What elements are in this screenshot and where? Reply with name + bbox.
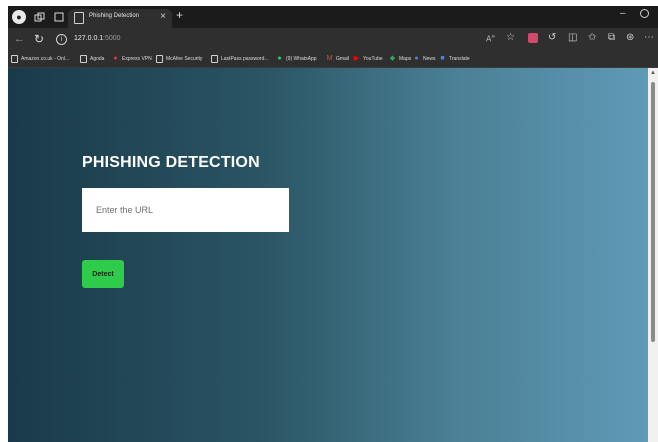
translate-icon: ■ bbox=[440, 55, 445, 62]
maximize-icon[interactable] bbox=[640, 9, 649, 18]
copilot-icon[interactable]: ⊛ bbox=[626, 32, 634, 43]
address-bar[interactable]: i 127.0.0.1 :5000 bbox=[52, 31, 526, 49]
favorite-star-icon[interactable]: ☆ bbox=[506, 32, 515, 43]
bookmark-amazon[interactable]: Amazon.co.uk - Onl... bbox=[11, 55, 69, 63]
address-toolbar: ← ↻ i 127.0.0.1 :5000 A» ☆ ↺ ◫ ✩ ⧉ ⊛ ⋯ bbox=[8, 28, 658, 52]
url-input[interactable] bbox=[82, 188, 289, 232]
expressvpn-icon: ● bbox=[113, 55, 118, 62]
tab-bar: ● Phishing Detection × + – bbox=[8, 6, 658, 28]
whatsapp-icon: ● bbox=[277, 55, 282, 62]
bookmark-whatsapp[interactable]: ● (9) WhatsApp bbox=[276, 55, 316, 63]
bookmarks-bar: Amazon.co.uk - Onl... Agoda ● Express VP… bbox=[8, 52, 658, 68]
close-icon[interactable]: × bbox=[160, 11, 166, 22]
bookmark-agoda[interactable]: Agoda bbox=[80, 55, 104, 63]
tab-phishing-detection[interactable]: Phishing Detection × bbox=[68, 9, 172, 28]
minimize-icon[interactable]: – bbox=[620, 8, 626, 19]
extension-icon[interactable] bbox=[528, 33, 538, 43]
back-icon[interactable]: ← bbox=[14, 33, 25, 45]
url-host: 127.0.0.1 bbox=[74, 35, 104, 42]
workspaces-icon[interactable] bbox=[32, 10, 46, 24]
detect-button[interactable]: Detect bbox=[82, 260, 124, 288]
info-icon[interactable]: i bbox=[56, 34, 67, 45]
page-title: PHISHING DETECTION bbox=[82, 154, 260, 171]
favorites-icon[interactable]: ✩ bbox=[588, 32, 596, 43]
page-icon bbox=[80, 55, 87, 63]
bookmark-express-vpn[interactable]: ● Express VPN bbox=[112, 55, 151, 63]
scroll-thumb[interactable] bbox=[651, 82, 655, 342]
bookmark-youtube[interactable]: ▶ YouTube bbox=[353, 55, 383, 63]
collections-icon[interactable]: ⧉ bbox=[608, 32, 615, 43]
scroll-up-icon[interactable]: ▲ bbox=[650, 70, 656, 76]
scrollbar[interactable]: ▲ bbox=[648, 68, 658, 442]
bookmark-maps[interactable]: ◆ Maps bbox=[389, 55, 411, 63]
page-icon bbox=[156, 55, 163, 63]
browser-window: ● Phishing Detection × + – ← ↻ i 127.0.0… bbox=[8, 6, 658, 442]
youtube-icon: ▶ bbox=[353, 55, 360, 62]
page-icon bbox=[211, 55, 218, 63]
refresh-extension-icon[interactable]: ↺ bbox=[548, 32, 556, 43]
new-tab-icon[interactable]: + bbox=[176, 8, 183, 22]
profile-icon[interactable]: ● bbox=[12, 10, 26, 24]
bookmark-gmail[interactable]: M Gmail bbox=[326, 55, 349, 63]
read-aloud-icon[interactable]: A» bbox=[486, 33, 495, 44]
page-icon bbox=[11, 55, 18, 63]
gmail-icon: M bbox=[326, 55, 333, 62]
page-icon bbox=[74, 12, 84, 24]
bookmark-news[interactable]: ● News bbox=[413, 55, 435, 63]
split-screen-icon[interactable]: ◫ bbox=[568, 32, 577, 43]
url-port: :5000 bbox=[103, 35, 121, 42]
refresh-icon[interactable]: ↻ bbox=[34, 32, 44, 46]
news-icon: ● bbox=[414, 55, 419, 62]
bookmark-mcafee[interactable]: McAfee Security bbox=[156, 55, 202, 63]
bookmark-translate[interactable]: ■ Translate bbox=[439, 55, 469, 63]
page-viewport: PHISHING DETECTION Detect bbox=[8, 68, 648, 442]
maps-icon: ◆ bbox=[389, 55, 396, 62]
bookmark-lastpass[interactable]: LastPass password... bbox=[211, 55, 269, 63]
tab-title: Phishing Detection bbox=[89, 13, 140, 19]
more-options-icon[interactable]: ⋯ bbox=[644, 32, 654, 43]
tab-actions-icon[interactable] bbox=[52, 10, 66, 24]
